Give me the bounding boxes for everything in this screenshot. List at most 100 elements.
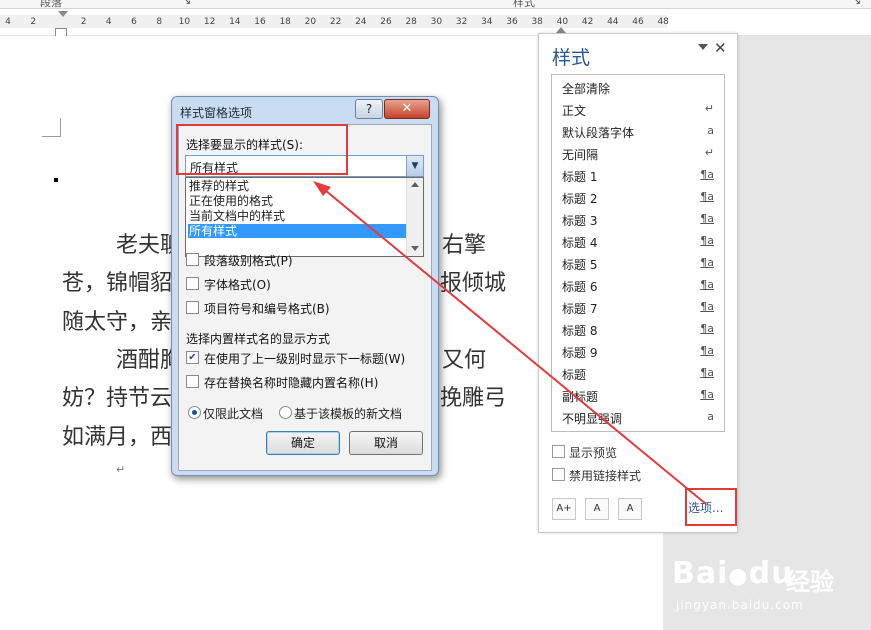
radio-this-document[interactable]: 仅限此文档: [188, 405, 264, 422]
style-list[interactable]: 全部清除 正文 ↵ 默认段落字体 a 无间隔 ↵ 标题 1 ¶a 标题 2 ¶a 标题 3 ¶a 标题 4…: [551, 74, 725, 432]
style-list-item[interactable]: 正文 ↵: [562, 98, 718, 120]
radio-dot[interactable]: [279, 406, 292, 419]
style-name: 标题 1: [562, 170, 598, 184]
style-list-item[interactable]: 标题 6 ¶a: [562, 274, 718, 296]
pane-close-icon[interactable]: ✕: [714, 39, 727, 57]
doc-line: 右擎: [442, 233, 487, 258]
style-list-item[interactable]: 标题 ¶a: [562, 362, 718, 384]
style-type-icon: ¶a: [700, 278, 714, 291]
disable-linked-styles-checkbox[interactable]: 禁用链接样式: [552, 467, 642, 484]
ruler-tick: 40: [556, 17, 569, 27]
style-list-item[interactable]: 标题 1 ¶a: [562, 164, 718, 186]
style-type-icon: ¶a: [700, 322, 714, 335]
dropdown-option-recommended[interactable]: 推荐的样式: [188, 179, 406, 193]
styles-pane: 样式 ✕ 全部清除 正文 ↵ 默认段落字体 a 无间隔 ↵ 标题 1 ¶a 标题 2 ¶a 标题 3 ¶…: [538, 33, 738, 533]
style-name: 标题 9: [562, 346, 598, 360]
highlight-box-select-styles: [176, 124, 348, 175]
first-line-indent-marker[interactable]: [58, 11, 68, 17]
paragraph-mark: ↵: [116, 463, 126, 476]
show-preview-checkbox[interactable]: 显示预览: [552, 444, 618, 461]
ruler-tick: 10: [178, 17, 191, 27]
manage-styles-icon[interactable]: A: [618, 498, 642, 520]
dropdown-option-in-use[interactable]: 正在使用的格式: [188, 194, 406, 208]
scroll-up-icon[interactable]: [411, 182, 419, 187]
checkbox-box[interactable]: [186, 375, 199, 388]
ruler-tick: 22: [329, 17, 342, 27]
styles-dropdown-list[interactable]: 推荐的样式 正在使用的格式 当前文档中的样式 所有样式: [185, 177, 424, 257]
style-name: 全部清除: [562, 82, 611, 96]
style-type-icon: a: [707, 410, 714, 423]
dropdown-option-all[interactable]: 所有样式: [188, 224, 406, 238]
ruler-tick: 2: [30, 17, 37, 27]
style-list-item[interactable]: 无间隔 ↵: [562, 142, 718, 164]
cancel-button[interactable]: 取消: [349, 431, 423, 455]
doc-line: 报倾城: [440, 271, 507, 296]
checkbox-label: 在使用了上一级别时显示下一标题(W): [204, 352, 406, 366]
ruler-tick: 26: [380, 17, 392, 27]
radio-label: 仅限此文档: [203, 407, 264, 421]
style-list-item[interactable]: 默认段落字体 a: [562, 120, 718, 142]
ruler-tick: 18: [279, 17, 291, 27]
style-list-item[interactable]: 不明显强调 a: [562, 406, 718, 428]
style-type-icon: ¶a: [700, 168, 714, 181]
style-name: 标题 5: [562, 258, 598, 272]
ruler-tick: 14: [229, 17, 241, 27]
style-list-item[interactable]: 标题 2 ¶a: [562, 186, 718, 208]
doc-line: 妨？持节云: [62, 386, 173, 411]
ruler-tick: 42: [581, 17, 594, 27]
style-name: 标题: [562, 368, 587, 382]
scroll-down-icon[interactable]: [411, 246, 419, 251]
new-style-icon[interactable]: A+: [552, 498, 576, 520]
checkbox-label: 项目符号和编号格式(B): [204, 302, 330, 316]
radio-new-docs-template[interactable]: 基于该模板的新文档: [279, 405, 402, 422]
checkbox-box[interactable]: [552, 468, 565, 481]
style-list-item[interactable]: 全部清除: [562, 76, 718, 98]
dialog-body: 选择要显示的样式(S): 所有样式 ▼ 推荐的样式 正在使用的格式 当前文档中的…: [178, 124, 432, 471]
checkbox-label: 显示预览: [569, 446, 618, 460]
chevron-down-icon[interactable]: ▼: [406, 156, 423, 176]
style-list-item[interactable]: 标题 4 ¶a: [562, 230, 718, 252]
checkbox-box[interactable]: [186, 277, 199, 290]
style-type-icon: ↵: [704, 102, 714, 115]
ruler-tick: 38: [531, 17, 543, 27]
highlight-box-options: [685, 488, 737, 526]
radio-dot[interactable]: [188, 406, 201, 419]
doc-line: 挽雕弓: [440, 386, 507, 411]
dialog-close-button[interactable]: ✕: [384, 99, 430, 119]
style-name: 正文: [562, 104, 587, 118]
checkbox-box[interactable]: [552, 445, 565, 458]
style-list-item[interactable]: 标题 3 ¶a: [562, 208, 718, 230]
paragraph-launcher-icon[interactable]: ↘: [182, 0, 191, 7]
style-list-item[interactable]: 标题 7 ¶a: [562, 296, 718, 318]
font-format-checkbox[interactable]: 字体格式(O): [186, 276, 271, 293]
style-list-item[interactable]: 标题 9 ¶a: [562, 340, 718, 362]
bullet-numbering-format-checkbox[interactable]: 项目符号和编号格式(B): [186, 300, 330, 317]
style-name: 无间隔: [562, 148, 599, 162]
ok-button[interactable]: 确定: [266, 431, 340, 455]
pane-options-chevron-down-icon[interactable]: [698, 44, 708, 50]
watermark-cn: 经验: [786, 568, 834, 596]
checkbox-box[interactable]: ✔: [186, 351, 199, 364]
checkbox-label: 段落级别格式(P): [204, 254, 293, 268]
paw-icon: ●: [728, 564, 749, 589]
style-list-item[interactable]: 标题 5 ¶a: [562, 252, 718, 274]
style-list-item[interactable]: 标题 8 ¶a: [562, 318, 718, 340]
dropdown-scrollbar[interactable]: [406, 178, 423, 256]
style-list-item[interactable]: 副标题 ¶a: [562, 384, 718, 406]
hide-builtin-name-checkbox[interactable]: 存在替换名称时隐藏内置名称(H): [186, 374, 378, 391]
style-inspector-icon[interactable]: A: [585, 498, 609, 520]
ruler-tick: 16: [254, 17, 266, 27]
checkbox-box[interactable]: [186, 253, 199, 266]
dropdown-option-in-document[interactable]: 当前文档中的样式: [188, 209, 406, 223]
style-type-icon: a: [707, 124, 714, 137]
show-next-heading-checkbox[interactable]: ✔ 在使用了上一级别时显示下一标题(W): [186, 350, 406, 367]
checkbox-box[interactable]: [186, 301, 199, 314]
paragraph-level-format-checkbox[interactable]: 段落级别格式(P): [186, 252, 293, 269]
styles-launcher-icon[interactable]: ↘: [852, 0, 861, 7]
watermark-brand: Bai●du: [672, 556, 793, 591]
checkbox-label: 禁用链接样式: [569, 469, 642, 483]
help-button[interactable]: ?: [355, 99, 383, 119]
style-name: 标题 8: [562, 324, 598, 338]
watermark-brand-bai: Bai: [672, 556, 729, 591]
horizontal-ruler[interactable]: 4 2 2 4 6 8 10 12 14 16 18 20 22 24 26 28 30 32 34 36 38 40 42…: [0, 9, 871, 37]
